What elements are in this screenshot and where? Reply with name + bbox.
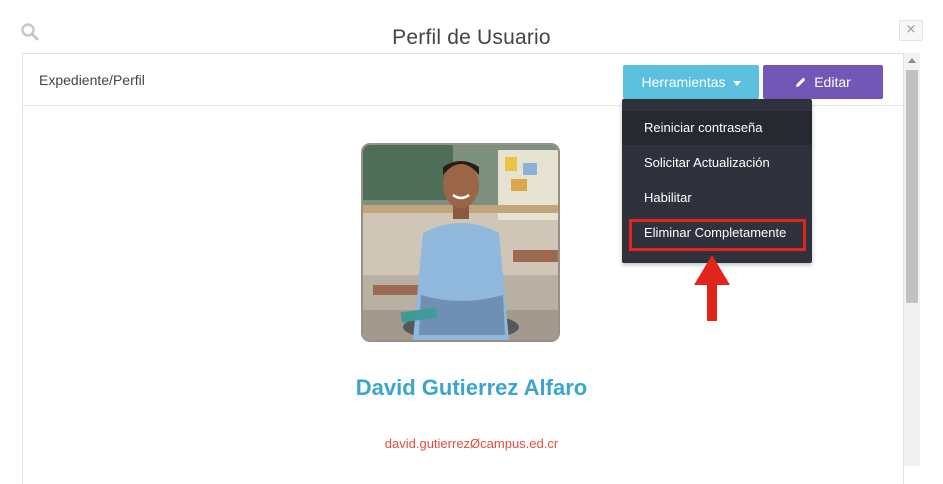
tools-button-label: Herramientas: [641, 74, 726, 90]
highlight-box: [629, 219, 806, 251]
menu-item-label: Solicitar Actualización: [644, 155, 770, 170]
user-email[interactable]: david.gutierrezØcampus.ed.cr: [0, 436, 943, 451]
arrow-up-icon: [690, 253, 734, 323]
menu-item-enable[interactable]: Habilitar: [622, 181, 812, 215]
menu-item-label: Reiniciar contraseña: [644, 120, 763, 135]
modal-title: Perfil de Usuario: [392, 26, 551, 49]
menu-item-reset-password[interactable]: Reiniciar contraseña: [622, 111, 812, 145]
scroll-up-arrow-icon[interactable]: [908, 58, 916, 63]
menu-item-label: Habilitar: [644, 190, 692, 205]
scrollbar[interactable]: [904, 53, 920, 466]
scrollbar-thumb[interactable]: [906, 70, 918, 303]
user-name: David Gutierrez Alfaro: [355, 375, 588, 400]
edit-button-label: Editar: [814, 74, 851, 90]
edit-button[interactable]: Editar: [763, 65, 883, 99]
caret-down-icon: [732, 80, 741, 86]
profile-photo: [361, 143, 560, 342]
pencil-icon: [795, 66, 807, 100]
tools-dropdown-button[interactable]: Herramientas: [623, 65, 759, 99]
breadcrumb: Expediente/Perfil: [39, 72, 145, 88]
menu-item-request-update[interactable]: Solicitar Actualización: [622, 146, 812, 180]
